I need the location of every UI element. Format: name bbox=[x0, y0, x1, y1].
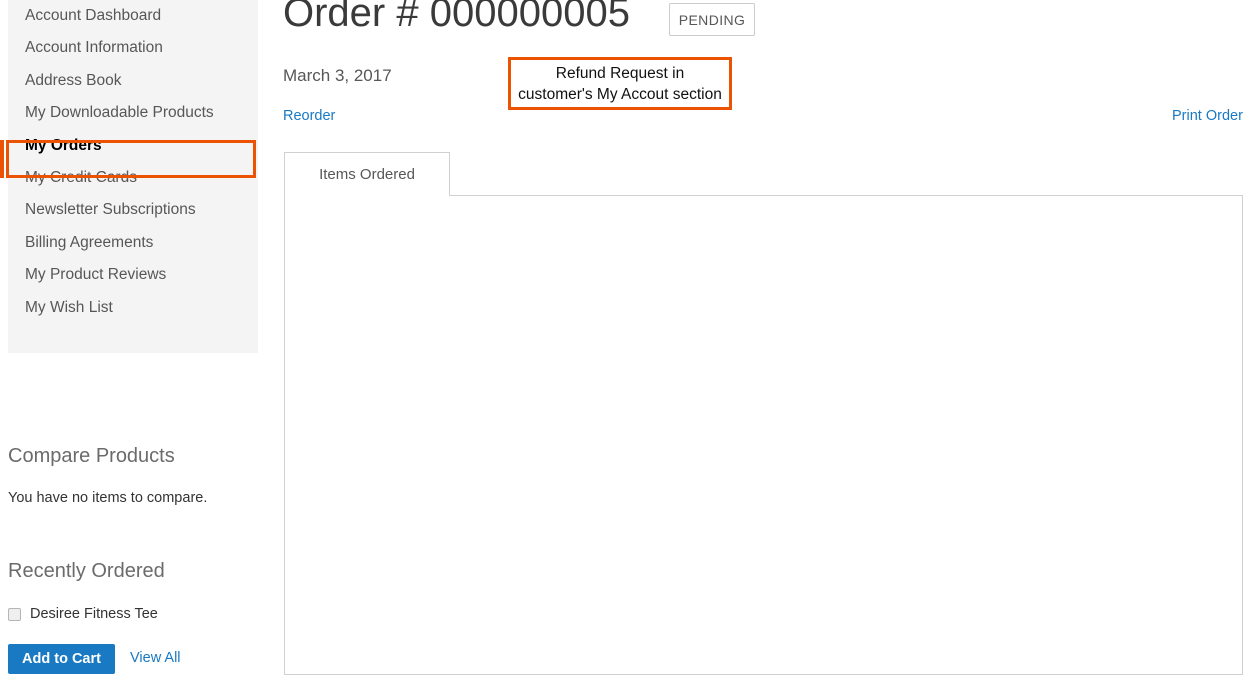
sidebar-item-my-downloadable-products[interactable]: My Downloadable Products bbox=[8, 97, 258, 129]
reorder-link[interactable]: Reorder bbox=[283, 108, 335, 124]
sidebar-item-my-credit-cards[interactable]: My Credit Cards bbox=[8, 162, 258, 194]
sidebar-item-newsletter-subscriptions[interactable]: Newsletter Subscriptions bbox=[8, 194, 258, 226]
sidebar-item-account-information[interactable]: Account Information bbox=[8, 32, 258, 64]
sidebar-item-my-wish-list[interactable]: My Wish List bbox=[8, 292, 258, 324]
account-sidebar-nav: Account Dashboard Account Information Ad… bbox=[8, 0, 258, 353]
sidebar-item-account-dashboard[interactable]: Account Dashboard bbox=[8, 0, 258, 32]
compare-products-empty-text: You have no items to compare. bbox=[8, 490, 208, 506]
recently-ordered-checkbox[interactable] bbox=[8, 607, 21, 621]
sidebar-nav-list: Account Dashboard Account Information Ad… bbox=[8, 0, 258, 324]
page-title: Order # 000000005 bbox=[283, 0, 630, 35]
view-all-link[interactable]: View All bbox=[130, 650, 181, 666]
sidebar-item-my-product-reviews[interactable]: My Product Reviews bbox=[8, 259, 258, 291]
annotation-callout-refund-request-location: Refund Request in customer's My Accout s… bbox=[508, 57, 732, 110]
sidebar-current-marker bbox=[0, 140, 4, 178]
order-view-page: Account Dashboard Account Information Ad… bbox=[0, 0, 1253, 683]
tab-items-ordered[interactable]: Items Ordered bbox=[284, 152, 450, 196]
tab-active-mask bbox=[285, 194, 449, 197]
items-ordered-panel bbox=[284, 195, 1243, 675]
add-to-cart-button[interactable]: Add to Cart bbox=[8, 644, 115, 674]
sidebar-item-my-orders[interactable]: My Orders bbox=[8, 130, 258, 162]
print-order-link[interactable]: Print Order bbox=[1172, 108, 1243, 124]
sidebar-item-address-book[interactable]: Address Book bbox=[8, 65, 258, 97]
sidebar-item-billing-agreements[interactable]: Billing Agreements bbox=[8, 227, 258, 259]
compare-products-title: Compare Products bbox=[8, 445, 175, 467]
recently-ordered-item-label: Desiree Fitness Tee bbox=[30, 606, 158, 622]
order-date: March 3, 2017 bbox=[283, 66, 392, 85]
recently-ordered-item: Desiree Fitness Tee bbox=[8, 606, 158, 622]
recently-ordered-title: Recently Ordered bbox=[8, 560, 165, 582]
status-badge: PENDING bbox=[669, 3, 755, 36]
